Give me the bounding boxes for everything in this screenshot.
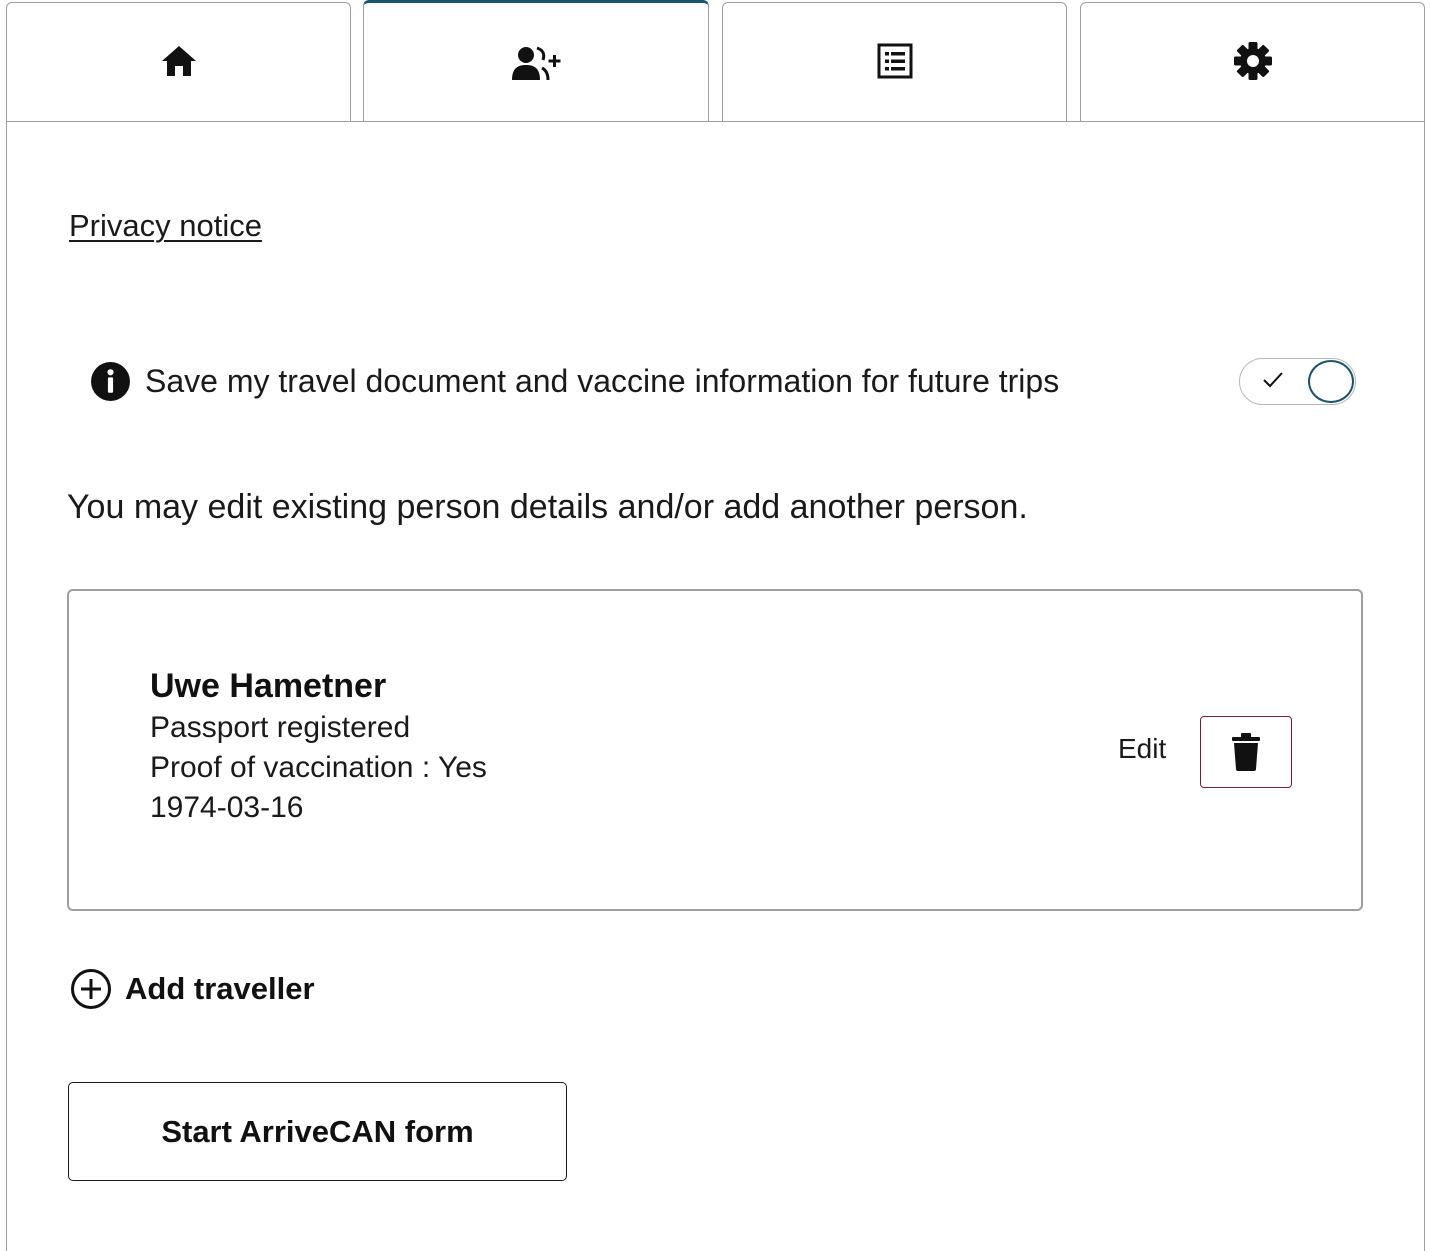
- plus-circle-icon: [70, 968, 125, 1010]
- check-icon: [1260, 367, 1286, 398]
- info-icon[interactable]: [90, 361, 145, 402]
- tab-list[interactable]: [722, 2, 1067, 122]
- add-user-icon: [510, 46, 562, 82]
- add-traveller-button[interactable]: Add traveller: [70, 966, 315, 1012]
- trash-icon: [1231, 733, 1261, 771]
- delete-traveller-button[interactable]: [1200, 716, 1292, 788]
- add-traveller-label: Add traveller: [125, 971, 315, 1006]
- privacy-notice-link[interactable]: Privacy notice: [69, 208, 262, 244]
- save-info-row: Save my travel document and vaccine info…: [90, 356, 1360, 406]
- save-info-label: Save my travel document and vaccine info…: [145, 362, 1060, 399]
- traveller-name: Uwe Hametner: [150, 667, 387, 705]
- traveller-vaccination-status: Proof of vaccination : Yes: [150, 751, 487, 784]
- start-arrivecan-form-button[interactable]: Start ArriveCAN form: [68, 1082, 567, 1181]
- traveller-card: Uwe Hametner Passport registered Proof o…: [67, 589, 1363, 911]
- traveller-passport-status: Passport registered: [150, 711, 411, 744]
- tab-settings[interactable]: [1080, 2, 1425, 122]
- edit-traveller-button[interactable]: Edit: [1118, 733, 1166, 765]
- save-info-toggle[interactable]: [1239, 358, 1356, 405]
- tab-travellers[interactable]: [363, 0, 709, 124]
- tab-bar: [0, 0, 1430, 124]
- traveller-date-of-birth: 1974-03-16: [150, 791, 304, 824]
- gear-icon: [1233, 41, 1273, 81]
- home-icon: [160, 44, 198, 78]
- intro-text: You may edit existing person details and…: [67, 488, 1028, 526]
- tab-home[interactable]: [6, 2, 351, 122]
- toggle-knob: [1308, 360, 1354, 403]
- list-icon: [877, 43, 913, 79]
